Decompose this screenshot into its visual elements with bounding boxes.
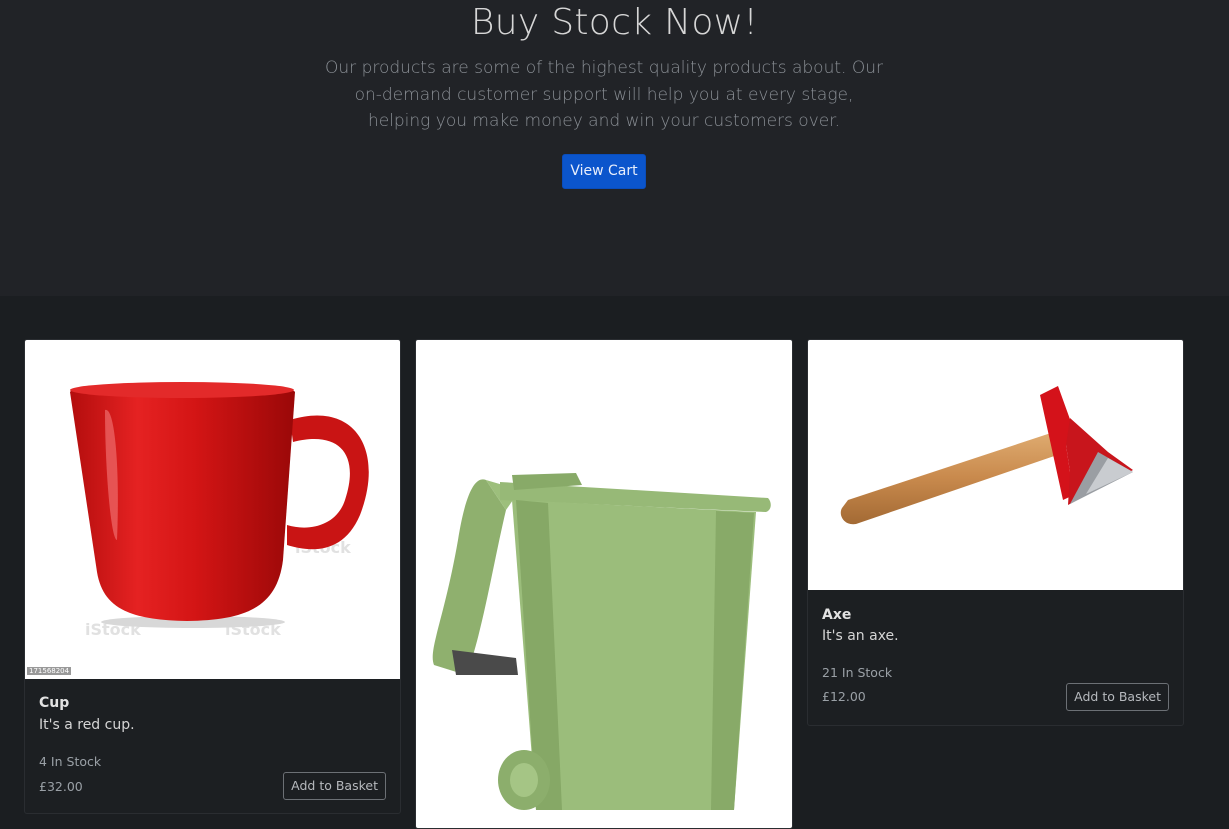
product-price: £12.00: [822, 689, 866, 704]
hero-section: Buy Stock Now! Our products are some of …: [0, 0, 1229, 296]
product-description: It's a red cup.: [39, 717, 135, 733]
product-image-cup: iStock iStock iStock iStock iStock iStoc…: [25, 340, 400, 679]
product-description: It's an axe.: [822, 628, 899, 644]
hero-lead-text: Our products are some of the highest qua…: [325, 58, 883, 131]
product-image-bin: [416, 340, 792, 828]
product-name: Cup: [39, 695, 70, 711]
add-to-basket-button[interactable]: Add to Basket: [1066, 683, 1169, 711]
stock-count: 21 In Stock: [822, 665, 893, 680]
product-grid: iStock iStock iStock iStock iStock iStoc…: [0, 296, 1229, 829]
red-axe-icon: [840, 386, 1133, 525]
stock-count: 4 In Stock: [39, 754, 102, 769]
product-name: Axe: [822, 607, 852, 623]
hero-title: Buy Stock Now!: [470, 2, 759, 43]
red-mug-icon: [70, 382, 369, 628]
product-card-cup: iStock iStock iStock iStock iStock iStoc…: [24, 339, 401, 814]
card-body: Axe It's an axe. 21 In Stock £12.00 Add …: [808, 590, 1183, 725]
green-wheelie-bin-icon: [432, 473, 771, 810]
view-cart-button[interactable]: View Cart: [562, 154, 646, 189]
add-to-basket-button[interactable]: Add to Basket: [283, 772, 386, 800]
product-image-axe: [808, 340, 1183, 590]
image-code-label: 171568204: [27, 667, 72, 675]
product-card-bin: [415, 339, 793, 829]
product-price: £32.00: [39, 779, 83, 794]
product-card-axe: Axe It's an axe. 21 In Stock £12.00 Add …: [807, 339, 1184, 726]
card-body: Cup It's a red cup. 4 In Stock £32.00 Ad…: [25, 679, 400, 813]
